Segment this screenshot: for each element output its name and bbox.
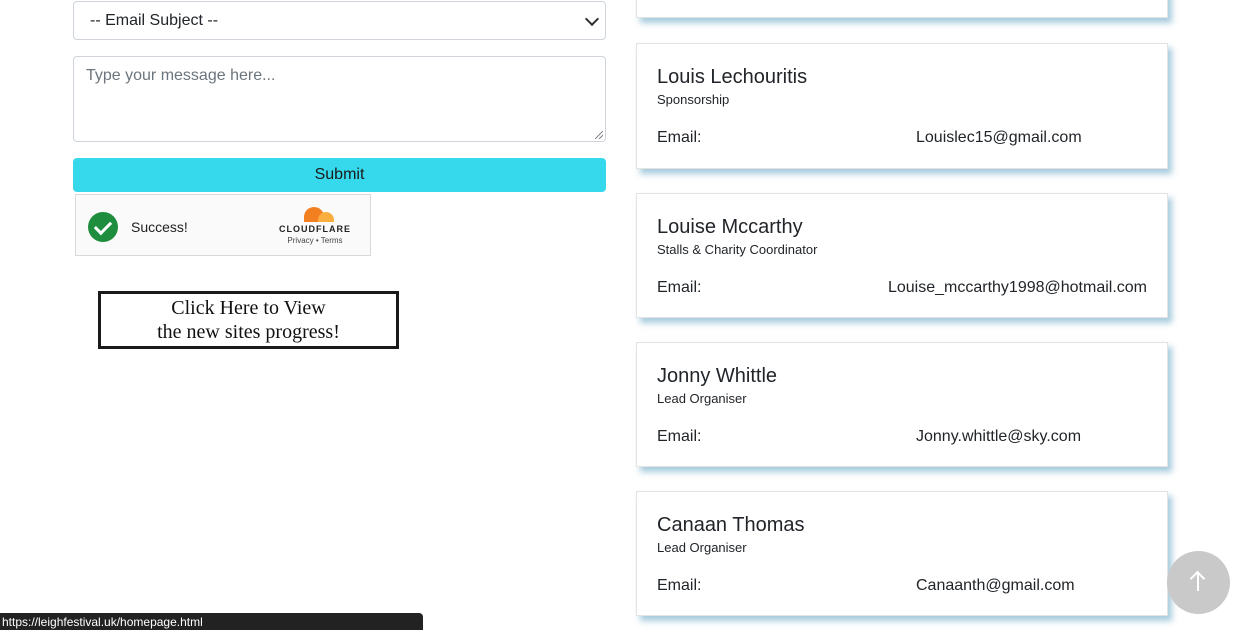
contact-role: Stalls & Charity Coordinator — [657, 242, 818, 257]
link-status-bar: https://leighfestival.uk/homepage.html — [0, 613, 423, 630]
message-textarea[interactable]: Type your message here... — [73, 56, 606, 142]
email-label: Email: — [657, 279, 702, 296]
contact-name: Louise Mccarthy — [657, 216, 803, 238]
contact-name: Canaan Thomas — [657, 514, 805, 536]
email-subject-select[interactable]: -- Email Subject -- — [73, 1, 606, 40]
link-separator: • — [315, 236, 319, 245]
submit-button[interactable]: Submit — [73, 158, 606, 192]
cloudflare-brand-text: CLOUDFLARE — [279, 224, 351, 234]
success-check-icon — [88, 212, 118, 242]
contact-email-link[interactable]: Louise_mccarthy1998@hotmail.com — [888, 279, 1147, 297]
message-placeholder: Type your message here... — [86, 67, 276, 84]
contact-card: Louise Mccarthy Stalls & Charity Coordin… — [636, 193, 1168, 318]
terms-link[interactable]: Terms — [321, 236, 343, 245]
chevron-down-icon — [584, 11, 600, 27]
contact-email-link[interactable]: Louislec15@gmail.com — [916, 129, 1147, 147]
contact-name: Jonny Whittle — [657, 365, 778, 387]
contact-card: Louis Lechouritis Sponsorship Email: Lou… — [636, 43, 1168, 169]
contact-role: Sponsorship — [657, 92, 730, 107]
arrow-up-head — [1189, 570, 1206, 587]
captcha-links: Privacy • Terms — [275, 236, 355, 245]
contact-email-link[interactable]: Canaanth@gmail.com — [916, 577, 1147, 595]
view-progress-link[interactable]: Click Here to View the new sites progres… — [98, 291, 399, 349]
cloud-icon — [296, 205, 334, 222]
contact-name: Louis Lechouritis — [657, 66, 808, 88]
email-subject-value: -- Email Subject -- — [90, 11, 219, 29]
resize-handle-icon[interactable] — [595, 131, 603, 139]
contact-card: Jonny Whittle Lead Organiser Email: Jonn… — [636, 342, 1168, 467]
cloudflare-captcha-widget: Success! CLOUDFLARE Privacy • Terms — [75, 194, 371, 256]
captcha-status-text: Success! — [131, 219, 188, 235]
contact-role: Lead Organiser — [657, 540, 747, 555]
contact-card-partial — [636, 0, 1168, 18]
privacy-link[interactable]: Privacy — [287, 236, 313, 245]
email-label: Email: — [657, 129, 702, 146]
cloudflare-logo: CLOUDFLARE Privacy • Terms — [275, 205, 355, 245]
contact-card: Canaan Thomas Lead Organiser Email: Cana… — [636, 491, 1168, 616]
contact-email-link[interactable]: Jonny.whittle@sky.com — [916, 428, 1147, 446]
contact-role: Lead Organiser — [657, 391, 747, 406]
view-progress-line1: Click Here to View — [171, 297, 326, 319]
view-progress-line2: the new sites progress! — [157, 321, 340, 343]
scroll-to-top-button[interactable] — [1167, 551, 1230, 614]
email-label: Email: — [657, 428, 702, 445]
email-label: Email: — [657, 577, 702, 594]
